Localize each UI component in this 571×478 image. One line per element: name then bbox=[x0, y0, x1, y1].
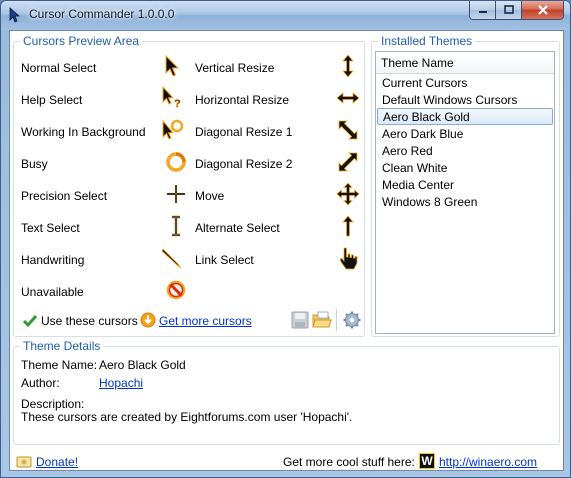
client-area: Cursors Preview Area Normal Select Help … bbox=[9, 30, 564, 471]
list-item[interactable]: Current Cursors bbox=[377, 74, 553, 91]
description-label: Description: bbox=[21, 397, 85, 411]
move-cursor-icon bbox=[336, 182, 360, 206]
label-move: Move bbox=[195, 189, 225, 203]
label-diagonal-resize-2: Diagonal Resize 2 bbox=[195, 157, 293, 171]
list-item[interactable]: Aero Red bbox=[377, 142, 553, 159]
label-text-select: Text Select bbox=[21, 221, 80, 235]
title-bar[interactable]: Cursor Commander 1.0.0.0 bbox=[1, 1, 570, 30]
label-unavailable: Unavailable bbox=[21, 285, 84, 299]
app-cursor-icon bbox=[9, 7, 21, 23]
svg-text:?: ? bbox=[174, 98, 181, 110]
winaero-link[interactable]: http://winaero.com bbox=[439, 455, 537, 469]
get-more-cursors-link[interactable]: Get more cursors bbox=[159, 314, 252, 328]
label-handwriting: Handwriting bbox=[21, 253, 85, 267]
label-horizontal-resize: Horizontal Resize bbox=[195, 93, 290, 107]
author-label: Author: bbox=[21, 376, 60, 390]
checkmark-icon bbox=[22, 315, 38, 328]
alternate-select-icon bbox=[342, 215, 354, 237]
vertical-resize-icon bbox=[342, 54, 354, 78]
preview-legend: Cursors Preview Area bbox=[20, 34, 143, 48]
list-item[interactable]: Media Center bbox=[377, 176, 553, 193]
help-cursor-icon: ? bbox=[162, 86, 181, 110]
label-working-background: Working In Background bbox=[21, 125, 146, 139]
arrow-cursor-icon bbox=[165, 54, 180, 77]
cursors-preview-group: Cursors Preview Area Normal Select Help … bbox=[13, 34, 365, 337]
theme-name-value: Aero Black Gold bbox=[99, 358, 186, 372]
busy-cursor-icon bbox=[166, 152, 186, 172]
label-alternate-select: Alternate Select bbox=[195, 221, 280, 235]
horizontal-resize-icon bbox=[336, 92, 360, 104]
label-precision-select: Precision Select bbox=[21, 189, 108, 203]
hand-cursor-icon bbox=[339, 247, 358, 270]
pen-cursor-icon bbox=[161, 248, 182, 269]
diagonal-resize-1-icon bbox=[338, 120, 358, 140]
save-icon[interactable] bbox=[290, 310, 310, 330]
description-value: These cursors are created by Eightforums… bbox=[21, 410, 353, 424]
list-item-selected[interactable]: Aero Black Gold bbox=[377, 108, 553, 125]
app-window: Cursor Commander 1.0.0.0 Cursors Preview… bbox=[0, 0, 571, 478]
minimize-icon bbox=[478, 11, 487, 13]
close-icon bbox=[537, 5, 548, 15]
open-folder-icon[interactable] bbox=[312, 310, 332, 330]
use-these-cursors-button[interactable]: Use these cursors bbox=[41, 314, 138, 328]
close-button[interactable] bbox=[521, 1, 564, 20]
label-link-select: Link Select bbox=[195, 253, 254, 267]
maximize-icon bbox=[503, 5, 514, 14]
donate-money-icon bbox=[16, 456, 32, 468]
label-diagonal-resize-1: Diagonal Resize 1 bbox=[195, 125, 293, 139]
diagonal-resize-2-icon bbox=[338, 152, 358, 172]
theme-name-label: Theme Name: bbox=[21, 358, 98, 372]
label-busy: Busy bbox=[21, 157, 48, 171]
ibeam-cursor-icon bbox=[172, 215, 180, 237]
list-item[interactable]: Default Windows Cursors bbox=[377, 91, 553, 108]
maximize-button[interactable] bbox=[495, 1, 521, 20]
more-stuff-label: Get more cool stuff here: bbox=[283, 455, 415, 469]
label-normal-select: Normal Select bbox=[21, 61, 97, 75]
theme-details-group: Theme Details Theme Name: Aero Black Gol… bbox=[13, 339, 560, 445]
donate-link[interactable]: Donate! bbox=[36, 455, 78, 469]
winaero-logo-icon: W bbox=[419, 453, 435, 469]
download-arrow-icon bbox=[140, 312, 156, 328]
working-cursor-icon bbox=[162, 119, 184, 140]
toolbar-separator bbox=[336, 309, 337, 331]
caption-buttons bbox=[469, 1, 564, 20]
label-help-select: Help Select bbox=[21, 93, 83, 107]
window-title: Cursor Commander 1.0.0.0 bbox=[29, 7, 175, 21]
unavailable-cursor-icon bbox=[166, 280, 186, 300]
details-legend: Theme Details bbox=[20, 339, 104, 353]
crosshair-cursor-icon bbox=[167, 185, 185, 203]
minimize-button[interactable] bbox=[469, 1, 495, 20]
settings-gear-icon[interactable] bbox=[342, 310, 362, 330]
themes-list[interactable]: Theme Name Current Cursors Default Windo… bbox=[375, 51, 555, 334]
installed-themes-group: Installed Themes Theme Name Current Curs… bbox=[371, 34, 560, 337]
list-item[interactable]: Windows 8 Green bbox=[377, 193, 553, 210]
author-link[interactable]: Hopachi bbox=[99, 376, 143, 390]
theme-name-column-header[interactable]: Theme Name bbox=[376, 52, 554, 74]
list-item[interactable]: Aero Dark Blue bbox=[377, 125, 553, 142]
label-vertical-resize: Vertical Resize bbox=[195, 61, 275, 75]
themes-legend: Installed Themes bbox=[378, 34, 476, 48]
list-item[interactable]: Clean White bbox=[377, 159, 553, 176]
